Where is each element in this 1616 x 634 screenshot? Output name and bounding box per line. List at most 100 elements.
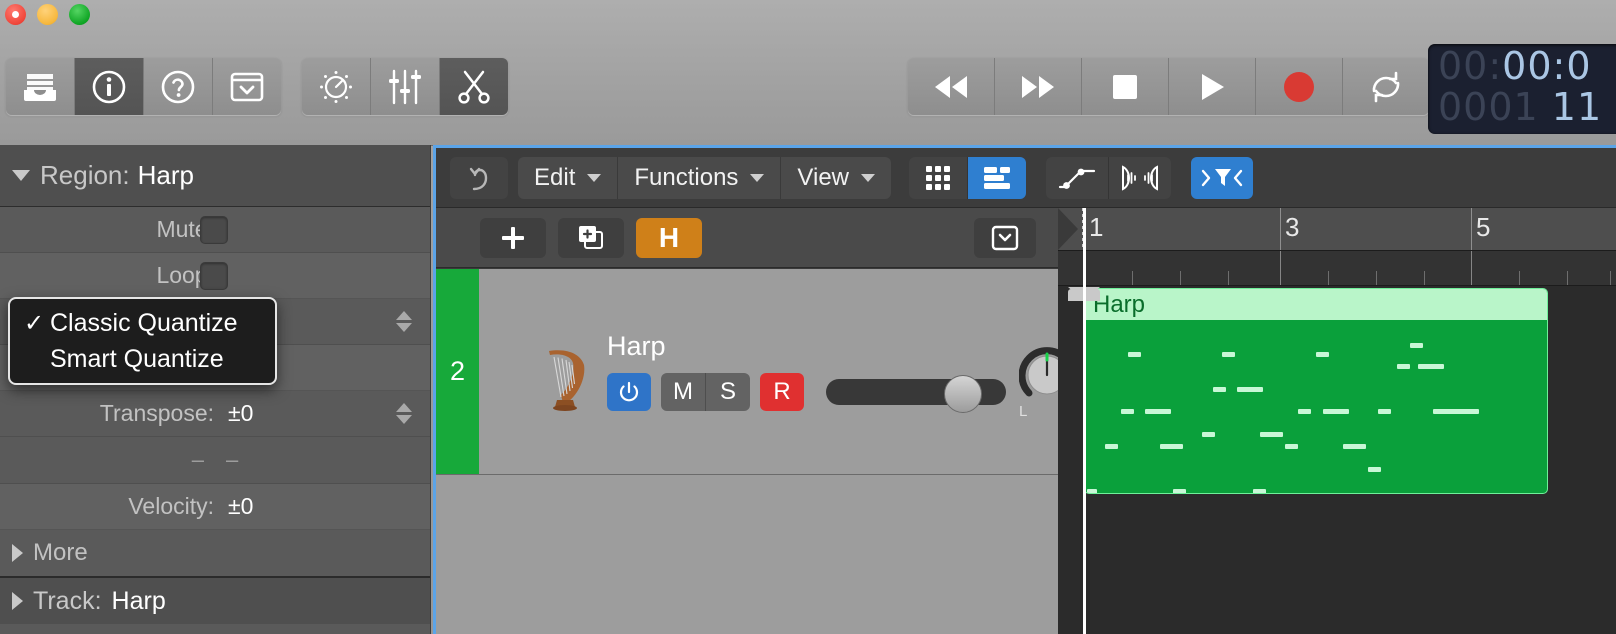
beat-ruler[interactable] <box>1058 251 1616 301</box>
minimize-window-button[interactable] <box>37 4 58 25</box>
close-window-button[interactable] <box>5 4 26 25</box>
disclosure-triangle-right-icon[interactable] <box>12 592 23 610</box>
lcd-timecode-dim: 00: <box>1438 44 1503 88</box>
inspector-button[interactable] <box>75 58 144 115</box>
midi-note[interactable] <box>1121 409 1134 414</box>
volume-slider-knob[interactable] <box>944 375 982 413</box>
transpose-stepper[interactable] <box>396 403 412 424</box>
midi-note[interactable] <box>1087 489 1097 493</box>
midi-transform-button[interactable] <box>1109 156 1172 199</box>
play-button[interactable] <box>1169 58 1256 115</box>
loop-checkbox[interactable] <box>200 261 228 290</box>
inspector-more-row[interactable]: More <box>0 530 430 578</box>
inspector-row-transpose[interactable]: Transpose: ±0 <box>0 391 430 437</box>
midi-note[interactable] <box>1213 387 1226 392</box>
list-view-button[interactable] <box>968 156 1027 199</box>
mute-button[interactable]: M <box>661 373 706 411</box>
menu-edit[interactable]: Edit <box>518 156 619 199</box>
back-arrow-button[interactable] <box>450 156 508 199</box>
volume-slider[interactable] <box>826 375 1006 413</box>
inspector-row-mute[interactable]: Mute: <box>0 207 430 253</box>
stepper-up-icon[interactable] <box>396 311 412 320</box>
midi-note[interactable] <box>1285 444 1298 449</box>
bar-ruler[interactable]: 1 3 5 <box>1058 208 1616 251</box>
track-inspector-header[interactable]: Track: Harp <box>0 578 430 624</box>
disclosure-triangle-down-icon[interactable] <box>12 170 30 181</box>
midi-note[interactable] <box>1298 409 1311 414</box>
track-name[interactable]: Harp <box>607 331 666 362</box>
region-inspector-header[interactable]: Region: Harp <box>0 145 430 207</box>
lcd-display[interactable]: 00:00:0 0001 11 <box>1428 44 1616 134</box>
popup-item-classic-quantize[interactable]: ✓ Classic Quantize <box>10 305 275 341</box>
inspector-row-velocity[interactable]: Velocity: ±0 <box>0 484 430 530</box>
editors-button[interactable] <box>440 58 508 115</box>
midi-note[interactable] <box>1316 352 1329 357</box>
stop-button[interactable] <box>1082 58 1169 115</box>
maximize-window-button[interactable] <box>69 4 90 25</box>
quantize-mode-popup-menu[interactable]: ✓ Classic Quantize Smart Quantize <box>8 297 277 385</box>
toolbar-group-left <box>6 58 281 115</box>
library-button[interactable] <box>6 58 75 115</box>
midi-filter-button[interactable] <box>1191 156 1254 199</box>
midi-note[interactable] <box>1343 444 1366 449</box>
mute-solo-group: M S <box>661 373 750 411</box>
midi-note[interactable] <box>1368 467 1381 472</box>
track-h-button[interactable]: H <box>636 217 702 258</box>
editor-menu-bar: Edit Functions View <box>518 156 892 199</box>
track-list-disclosure-button[interactable] <box>974 217 1036 258</box>
midi-note[interactable] <box>1253 489 1266 493</box>
inspector-row-dashes[interactable]: – – <box>0 437 430 484</box>
rewind-button[interactable] <box>908 58 995 115</box>
editor-tool-group <box>1046 156 1172 199</box>
record-button[interactable] <box>1256 58 1343 115</box>
midi-note[interactable] <box>1173 489 1186 493</box>
midi-note[interactable] <box>1378 409 1391 414</box>
track-row[interactable]: 2 Harp M S R L <box>436 269 1076 475</box>
cycle-button[interactable] <box>1343 58 1429 115</box>
dash-left: – <box>191 447 204 472</box>
record-enable-button[interactable]: R <box>760 373 804 411</box>
smart-controls-button[interactable] <box>302 58 371 115</box>
playhead-line <box>1083 208 1086 634</box>
midi-note[interactable] <box>1160 444 1183 449</box>
midi-note[interactable] <box>1260 432 1283 437</box>
velocity-value[interactable]: ±0 <box>228 493 253 520</box>
quantize-stepper[interactable] <box>396 311 412 332</box>
midi-note[interactable] <box>1105 444 1118 449</box>
add-track-button[interactable] <box>480 217 546 258</box>
midi-note[interactable] <box>1397 364 1410 369</box>
midi-note[interactable] <box>1237 387 1263 392</box>
duplicate-track-button[interactable] <box>558 217 624 258</box>
chevron-down-icon <box>587 173 602 182</box>
automation-curve-button[interactable] <box>1046 156 1110 199</box>
fast-forward-button[interactable] <box>995 58 1082 115</box>
stepper-up-icon[interactable] <box>396 403 412 412</box>
track-enable-button[interactable] <box>607 373 651 411</box>
mute-checkbox[interactable] <box>200 215 228 244</box>
midi-note[interactable] <box>1202 432 1215 437</box>
midi-region-harp[interactable]: Harp <box>1085 289 1547 493</box>
midi-note[interactable] <box>1145 409 1171 414</box>
stepper-down-icon[interactable] <box>396 415 412 424</box>
midi-note[interactable] <box>1128 352 1141 357</box>
quick-help-button[interactable] <box>144 58 213 115</box>
menu-view[interactable]: View <box>781 157 891 199</box>
bar-label-1: 1 <box>1089 212 1104 242</box>
midi-note[interactable] <box>1410 343 1423 348</box>
solo-button[interactable]: S <box>706 373 750 411</box>
grid-view-button[interactable] <box>909 156 969 199</box>
mixer-button[interactable] <box>371 58 440 115</box>
midi-note[interactable] <box>1433 409 1479 414</box>
midi-note[interactable] <box>1323 409 1349 414</box>
popup-item-smart-quantize[interactable]: Smart Quantize <box>10 341 275 377</box>
editor-panel: Edit Functions View H 2 Harp M S R L 1 3… <box>433 145 1616 634</box>
toolbar-disclosure-button[interactable] <box>213 58 281 115</box>
transpose-value[interactable]: ±0 <box>228 400 253 427</box>
track-list: 2 Harp M S R L <box>436 269 1076 634</box>
inspector-row-loop[interactable]: Loop: <box>0 253 430 299</box>
menu-functions[interactable]: Functions <box>618 156 782 199</box>
stepper-down-icon[interactable] <box>396 323 412 332</box>
disclosure-triangle-right-icon[interactable] <box>12 544 23 562</box>
midi-note[interactable] <box>1418 364 1444 369</box>
midi-note[interactable] <box>1222 352 1235 357</box>
